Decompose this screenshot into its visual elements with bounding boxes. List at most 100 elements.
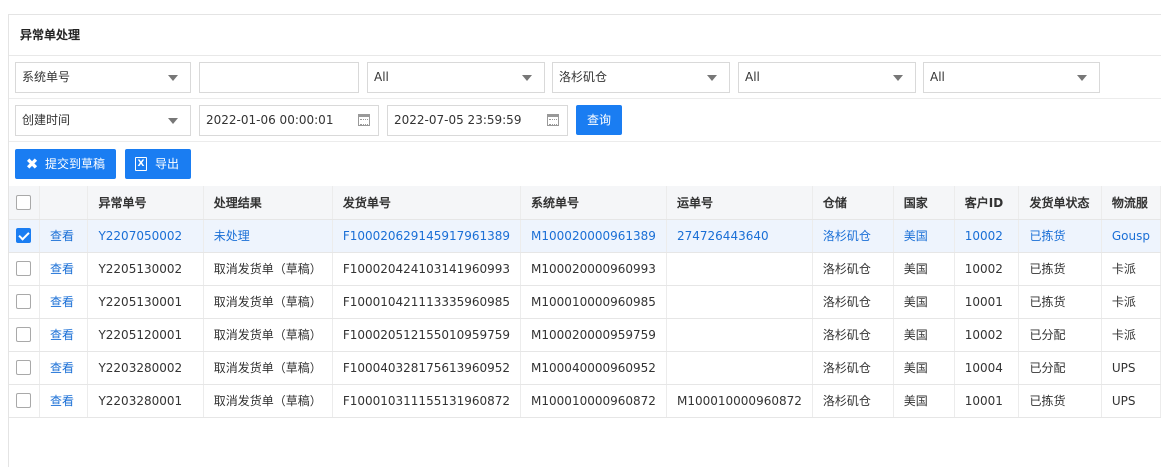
country-cell: 美国 <box>893 219 955 253</box>
view-link[interactable]: 查看 <box>39 285 89 319</box>
row-checkbox[interactable] <box>16 261 32 276</box>
column-header-country[interactable]: 国家 <box>893 186 955 220</box>
row-checkbox[interactable] <box>16 294 32 309</box>
exception-table: 异常单号 处理结果 发货单号 系统单号 运单号 仓储 国家 客户ID 发货单状态… <box>9 186 1161 418</box>
keyword-input[interactable] <box>199 62 359 93</box>
filter-select-a-value: All <box>374 70 389 84</box>
row-checkbox[interactable] <box>16 393 32 408</box>
time-type-select[interactable]: 创建时间 <box>15 105 191 136</box>
status-cell: 已拣货 <box>1018 384 1102 418</box>
row-checkbox[interactable] <box>16 228 32 243</box>
column-header-warehouse[interactable]: 仓储 <box>812 186 894 220</box>
customer-id-cell: 10001 <box>954 285 1020 319</box>
result-cell: 取消发货单（草稿） <box>203 318 333 352</box>
time-type-select-value: 创建时间 <box>22 113 71 127</box>
submit-to-draft-button[interactable]: ✖ 提交到草稿 <box>15 149 116 179</box>
filter-row-2: 创建时间 2022-01-06 00:00:01 2022-07-05 23:5… <box>9 99 1161 142</box>
row-select-cell[interactable] <box>9 285 40 319</box>
status-cell: 已分配 <box>1018 351 1102 385</box>
logistics-cell: Gousp <box>1101 219 1161 253</box>
select-all-cell[interactable] <box>9 186 40 220</box>
ship-no-cell: F100020424103141960993 <box>332 252 522 286</box>
export-label: 导出 <box>155 157 180 171</box>
view-link[interactable]: 查看 <box>39 318 89 352</box>
column-header-logistics[interactable]: 物流服 <box>1101 186 1161 220</box>
country-cell: 美国 <box>893 318 955 352</box>
column-header-status[interactable]: 发货单状态 <box>1018 186 1102 220</box>
view-link[interactable]: 查看 <box>39 252 89 286</box>
logistics-cell: 卡派 <box>1101 285 1161 319</box>
waybill-cell <box>666 252 813 286</box>
row-select-cell[interactable] <box>9 219 40 253</box>
chevron-down-icon <box>1077 75 1087 81</box>
exception-no-cell: Y2205120001 <box>87 318 204 352</box>
result-cell: 取消发货单（草稿） <box>203 285 333 319</box>
exception-no-cell: Y2203280002 <box>87 351 204 385</box>
row-checkbox[interactable] <box>16 360 32 375</box>
excel-icon: X <box>135 157 147 171</box>
warehouse-select[interactable]: 洛杉矶仓 <box>552 62 730 93</box>
system-no-cell: M100020000960993 <box>520 252 667 286</box>
filter-row-1: 系统单号 All 洛杉矶仓 All All <box>9 56 1161 99</box>
start-time-value: 2022-01-06 00:00:01 <box>206 113 334 127</box>
logistics-cell: UPS <box>1101 384 1161 418</box>
result-cell: 取消发货单（草稿） <box>203 351 333 385</box>
start-time-picker[interactable]: 2022-01-06 00:00:01 <box>199 105 379 136</box>
table-row[interactable]: 查看 Y2203280002 取消发货单（草稿） F10004032817561… <box>9 351 1161 385</box>
row-select-cell[interactable] <box>9 252 40 286</box>
country-cell: 美国 <box>893 252 955 286</box>
export-button[interactable]: X 导出 <box>125 149 191 179</box>
filter-select-a[interactable]: All <box>367 62 545 93</box>
table-row[interactable]: 查看 Y2203280001 取消发货单（草稿） F10001031115513… <box>9 384 1161 418</box>
view-link[interactable]: 查看 <box>39 384 89 418</box>
row-checkbox[interactable] <box>16 327 32 342</box>
filter-select-d[interactable]: All <box>923 62 1100 93</box>
query-button[interactable]: 查询 <box>576 105 622 135</box>
result-cell: 取消发货单（草稿） <box>203 252 333 286</box>
select-all-checkbox[interactable] <box>16 194 32 210</box>
row-select-cell[interactable] <box>9 351 40 385</box>
exception-no-cell: Y2207050002 <box>87 219 204 253</box>
system-no-cell: M100040000960952 <box>520 351 667 385</box>
view-link[interactable]: 查看 <box>39 219 89 253</box>
chevron-down-icon <box>168 118 178 124</box>
filter-select-c[interactable]: All <box>738 62 916 93</box>
waybill-cell: 274726443640 <box>666 219 813 253</box>
row-select-cell[interactable] <box>9 318 40 352</box>
table-row[interactable]: 查看 Y2205120001 取消发货单（草稿） F10002051215501… <box>9 318 1161 352</box>
row-select-cell[interactable] <box>9 384 40 418</box>
column-header-customer-id[interactable]: 客户ID <box>954 186 1020 220</box>
end-time-picker[interactable]: 2022-07-05 23:59:59 <box>387 105 568 136</box>
waybill-cell <box>666 285 813 319</box>
waybill-cell: M100010000960872 <box>666 384 813 418</box>
column-header-result[interactable]: 处理结果 <box>203 186 333 220</box>
chevron-down-icon <box>893 75 903 81</box>
result-cell: 未处理 <box>203 219 333 253</box>
table-row[interactable]: 查看 Y2207050002 未处理 F10002062914591796138… <box>9 219 1161 253</box>
view-link[interactable]: 查看 <box>39 351 89 385</box>
system-no-cell: M100020000961389 <box>520 219 667 253</box>
system-no-cell: M100010000960985 <box>520 285 667 319</box>
customer-id-cell: 10001 <box>954 384 1020 418</box>
country-cell: 美国 <box>893 351 955 385</box>
exception-no-cell: Y2205130002 <box>87 252 204 286</box>
exception-order-panel: 异常单处理 系统单号 All 洛杉矶仓 All All 创建时间 2022-01… <box>8 14 1161 467</box>
table-header-row: 异常单号 处理结果 发货单号 系统单号 运单号 仓储 国家 客户ID 发货单状态… <box>9 186 1161 220</box>
column-header-exception-no[interactable]: 异常单号 <box>87 186 204 220</box>
table-row[interactable]: 查看 Y2205130001 取消发货单（草稿） F10001042111333… <box>9 285 1161 319</box>
end-time-value: 2022-07-05 23:59:59 <box>394 113 522 127</box>
ship-no-cell: F100010421113335960985 <box>332 285 522 319</box>
status-cell: 已分配 <box>1018 318 1102 352</box>
exception-no-cell: Y2205130001 <box>87 285 204 319</box>
warehouse-select-value: 洛杉矶仓 <box>559 70 608 84</box>
table-row[interactable]: 查看 Y2205130002 取消发货单（草稿） F10002042410314… <box>9 252 1161 286</box>
column-header-system-no[interactable]: 系统单号 <box>520 186 667 220</box>
column-header-waybill[interactable]: 运单号 <box>666 186 813 220</box>
search-field-select[interactable]: 系统单号 <box>15 62 191 93</box>
logistics-cell: UPS <box>1101 351 1161 385</box>
column-header-ship-no[interactable]: 发货单号 <box>332 186 522 220</box>
calendar-icon <box>547 114 559 126</box>
status-cell: 已拣货 <box>1018 285 1102 319</box>
ship-no-cell: F100040328175613960952 <box>332 351 522 385</box>
chevron-down-icon <box>522 75 532 81</box>
